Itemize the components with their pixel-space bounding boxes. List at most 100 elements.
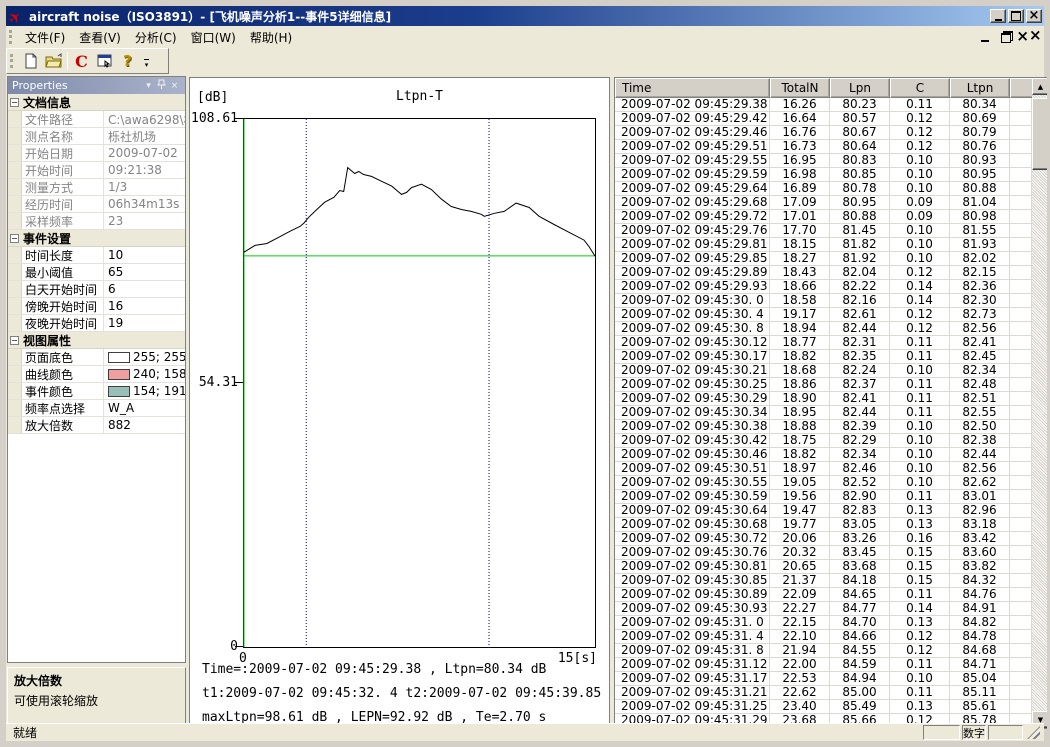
table-row[interactable]: 2009-07-02 09:45:29.55 16.95 80.83 0.10 … (615, 154, 1032, 168)
property-value[interactable]: 栎社机场 (104, 128, 185, 145)
column-header-time[interactable]: Time (615, 78, 770, 98)
column-header-ltpn[interactable]: Ltpn (950, 78, 1010, 98)
table-row[interactable]: 2009-07-02 09:45:31.21 22.62 85.00 0.11 … (615, 686, 1032, 700)
column-header-c[interactable]: C (890, 78, 950, 98)
chevron-down-icon[interactable]: ▾ (142, 81, 155, 91)
menu-item[interactable]: 帮助(H) (243, 28, 299, 48)
table-row[interactable]: 2009-07-02 09:45:30.38 18.88 82.39 0.10 … (615, 420, 1032, 434)
table-row[interactable]: 2009-07-02 09:45:30.46 18.82 82.34 0.10 … (615, 448, 1032, 462)
property-row[interactable]: 时间长度 10 (8, 247, 185, 264)
table-row[interactable]: 2009-07-02 09:45:29.59 16.98 80.85 0.10 … (615, 168, 1032, 182)
table-row[interactable]: 2009-07-02 09:45:30.17 18.82 82.35 0.11 … (615, 350, 1032, 364)
table-row[interactable]: 2009-07-02 09:45:30.59 19.56 82.90 0.11 … (615, 490, 1032, 504)
table-row[interactable]: 2009-07-02 09:45:29.81 18.15 81.82 0.10 … (615, 238, 1032, 252)
property-value[interactable]: 19 (104, 316, 185, 330)
table-row[interactable]: 2009-07-02 09:45:31.25 23.40 85.49 0.13 … (615, 700, 1032, 714)
table-row[interactable]: 2009-07-02 09:45:30. 0 18.58 82.16 0.14 … (615, 294, 1032, 308)
table-row[interactable]: 2009-07-02 09:45:30.68 19.77 83.05 0.13 … (615, 518, 1032, 532)
resize-grip[interactable] (1027, 726, 1040, 739)
property-row[interactable]: 白天开始时间 6 (8, 281, 185, 298)
table-row[interactable]: 2009-07-02 09:45:30.93 22.27 84.77 0.14 … (615, 602, 1032, 616)
table-row[interactable]: 2009-07-02 09:45:30.85 21.37 84.18 0.15 … (615, 574, 1032, 588)
property-value[interactable]: 240; 158; 15 (104, 367, 185, 381)
table-row[interactable]: 2009-07-02 09:45:30. 8 18.94 82.44 0.12 … (615, 322, 1032, 336)
table-row[interactable]: 2009-07-02 09:45:31. 4 22.10 84.66 0.12 … (615, 630, 1032, 644)
property-value[interactable]: 1/3 (104, 180, 185, 194)
table-row[interactable]: 2009-07-02 09:45:29.72 17.01 80.88 0.09 … (615, 210, 1032, 224)
table-row[interactable]: 2009-07-02 09:45:30.89 22.09 84.65 0.11 … (615, 588, 1032, 602)
menu-item[interactable]: 查看(V) (72, 28, 128, 48)
property-value[interactable]: W_A (104, 401, 185, 415)
property-row[interactable]: 经历时间 06h34m13s (8, 196, 185, 213)
property-row[interactable]: 测点名称 栎社机场 (8, 128, 185, 145)
menu-item[interactable]: 窗口(W) (184, 28, 243, 48)
property-row[interactable]: 测量方式 1/3 (8, 179, 185, 196)
table-row[interactable]: 2009-07-02 09:45:29.93 18.66 82.22 0.14 … (615, 280, 1032, 294)
table-row[interactable]: 2009-07-02 09:45:29.76 17.70 81.45 0.10 … (615, 224, 1032, 238)
scrollbar-thumb[interactable] (1032, 98, 1049, 170)
table-row[interactable]: 2009-07-02 09:45:30.34 18.95 82.44 0.11 … (615, 406, 1032, 420)
column-header-lpn[interactable]: Lpn (830, 78, 890, 98)
table-row[interactable]: 2009-07-02 09:45:29.46 16.76 80.67 0.12 … (615, 126, 1032, 140)
property-value[interactable]: C:\awa6298\机场 (104, 111, 185, 128)
plot-svg[interactable] (243, 118, 596, 648)
property-value[interactable]: 2009-07-02 (104, 146, 185, 160)
property-row[interactable]: 曲线颜色 240; 158; 15 (8, 366, 185, 383)
property-value[interactable]: 16 (104, 299, 185, 313)
table-row[interactable]: 2009-07-02 09:45:30.72 20.06 83.26 0.16 … (615, 532, 1032, 546)
pin-icon[interactable] (155, 79, 168, 93)
property-row[interactable]: 放大倍数 882 (8, 417, 185, 434)
toolbar-grip[interactable] (10, 54, 15, 68)
property-row[interactable]: 夜晚开始时间 19 (8, 315, 185, 332)
property-row[interactable]: 事件颜色 154; 191; 18 (8, 383, 185, 400)
table-row[interactable]: 2009-07-02 09:45:29.42 16.64 80.57 0.12 … (615, 112, 1032, 126)
table-row[interactable]: 2009-07-02 09:45:29.38 16.26 80.23 0.11 … (615, 98, 1032, 112)
color-swatch[interactable] (108, 386, 130, 397)
mdi-restore-button[interactable] (1000, 31, 1014, 43)
table-row[interactable]: 2009-07-02 09:45:30.64 19.47 82.83 0.13 … (615, 504, 1032, 518)
table-row[interactable]: 2009-07-02 09:45:31. 0 22.15 84.70 0.13 … (615, 616, 1032, 630)
collapse-icon[interactable] (10, 234, 19, 243)
vertical-scrollbar[interactable] (1032, 78, 1049, 728)
table-row[interactable]: 2009-07-02 09:45:29.64 16.89 80.78 0.10 … (615, 182, 1032, 196)
table-row[interactable]: 2009-07-02 09:45:30.29 18.90 82.41 0.11 … (615, 392, 1032, 406)
table-row[interactable]: 2009-07-02 09:45:30.42 18.75 82.29 0.10 … (615, 434, 1032, 448)
table-row[interactable]: 2009-07-02 09:45:29.85 18.27 81.92 0.10 … (615, 252, 1032, 266)
mdi-close-button[interactable] (1022, 31, 1036, 43)
maximize-button[interactable] (1008, 9, 1024, 23)
properties-button[interactable] (93, 50, 116, 72)
property-value[interactable]: 09:21:38 (104, 163, 185, 177)
property-value[interactable]: 255; 255; 25 (104, 350, 185, 364)
category-row[interactable]: 视图属性 (8, 332, 185, 349)
table-row[interactable]: 2009-07-02 09:45:31.12 22.00 84.59 0.11 … (615, 658, 1032, 672)
minimize-button[interactable] (990, 9, 1006, 23)
collapse-icon[interactable] (10, 336, 19, 345)
menu-grip[interactable] (9, 30, 14, 44)
property-row[interactable]: 采样频率 23 (8, 213, 185, 230)
property-value[interactable]: 06h34m13s (104, 197, 185, 211)
table-row[interactable]: 2009-07-02 09:45:30. 4 19.17 82.61 0.12 … (615, 308, 1032, 322)
property-row[interactable]: 页面底色 255; 255; 25 (8, 349, 185, 366)
toolbar-options-icon[interactable] (141, 50, 152, 72)
property-row[interactable]: 文件路径 C:\awa6298\机场 (8, 111, 185, 128)
collapse-icon[interactable] (10, 98, 19, 107)
open-file-button[interactable] (42, 50, 65, 72)
new-document-button[interactable] (19, 50, 42, 72)
property-value[interactable]: 6 (104, 282, 185, 296)
column-header-totaln[interactable]: TotalN (770, 78, 830, 98)
category-row[interactable]: 事件设置 (8, 230, 185, 247)
color-swatch[interactable] (108, 369, 130, 380)
menu-item[interactable]: 文件(F) (18, 28, 72, 48)
table-row[interactable]: 2009-07-02 09:45:30.81 20.65 83.68 0.15 … (615, 560, 1032, 574)
table-row[interactable]: 2009-07-02 09:45:29.51 16.73 80.64 0.12 … (615, 140, 1032, 154)
table-row[interactable]: 2009-07-02 09:45:30.55 19.05 82.52 0.10 … (615, 476, 1032, 490)
property-value[interactable]: 10 (104, 248, 185, 262)
property-value[interactable]: 882 (104, 418, 185, 432)
property-row[interactable]: 频率点选择 W_A (8, 400, 185, 417)
analysis-button[interactable]: C (70, 50, 93, 72)
menu-item[interactable]: 分析(C) (128, 28, 184, 48)
color-swatch[interactable] (108, 352, 130, 363)
table-row[interactable]: 2009-07-02 09:45:30.51 18.97 82.46 0.10 … (615, 462, 1032, 476)
table-row[interactable]: 2009-07-02 09:45:31.17 22.53 84.94 0.10 … (615, 672, 1032, 686)
table-row[interactable]: 2009-07-02 09:45:30.25 18.86 82.37 0.11 … (615, 378, 1032, 392)
